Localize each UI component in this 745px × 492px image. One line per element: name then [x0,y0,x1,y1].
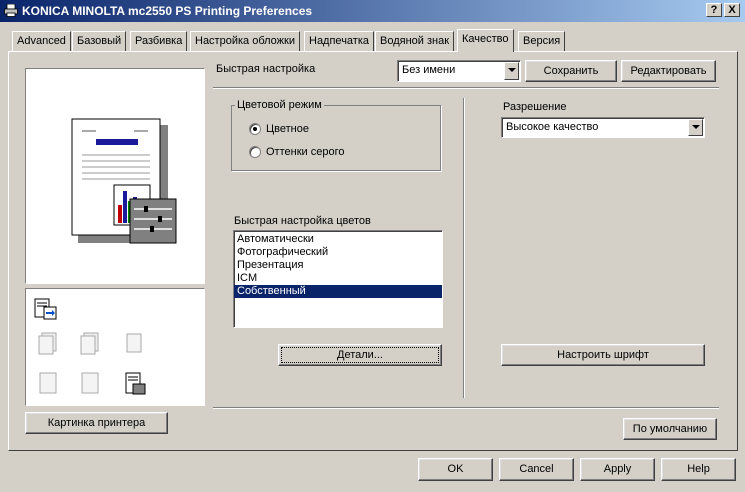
printer-icon [4,4,18,17]
list-item[interactable]: Фотографический [234,246,442,259]
quick-setting-dropdown[interactable]: Без имени [397,60,521,82]
resolution-label: Разрешение [503,101,567,113]
tab-overlay[interactable]: Надпечатка [304,31,375,51]
page-preview [25,68,205,284]
tab-basic[interactable]: Базовый [72,31,127,51]
apply-button[interactable]: Apply [580,458,655,481]
divider-top [213,87,719,88]
chevron-down-icon[interactable] [504,62,519,80]
divider-bottom [213,407,719,408]
title-bar[interactable]: KONICA MINOLTA mc2550 PS Printing Prefer… [0,0,745,22]
collate-disabled-icon [80,332,99,355]
resolution-dropdown[interactable]: Высокое качество [501,117,705,138]
tab-advanced[interactable]: Advanced [12,31,71,51]
details-button[interactable]: Детали... [278,344,442,366]
list-item-selected[interactable]: Собственный [234,285,442,298]
ok-button[interactable]: OK [418,458,493,481]
document-preview-icon [71,118,177,244]
edit-button[interactable]: Редактировать [621,60,716,82]
window-title: KONICA MINOLTA mc2550 PS Printing Prefer… [22,4,313,18]
list-item[interactable]: Презентация [234,259,442,272]
font-settings-button[interactable]: Настроить шрифт [501,344,705,366]
radio-color-label[interactable]: Цветное [266,123,309,135]
default-button[interactable]: По умолчанию [623,418,717,440]
printer-picture-button[interactable]: Картинка принтера [25,412,168,434]
punch-disabled-icon [81,372,99,394]
options-icon-panel [25,288,205,406]
tab-quality[interactable]: Качество [457,29,514,52]
list-item[interactable]: Автоматически [234,233,442,246]
radio-color[interactable] [249,123,261,135]
tab-panel: Картинка принтера Быстрая настройка Без … [8,51,738,451]
list-item[interactable]: ICM [234,272,442,285]
quick-setting-label: Быстрая настройка [216,63,316,75]
radio-grayscale[interactable] [249,146,261,158]
quick-color-label: Быстрая настройка цветов [234,215,371,227]
color-mode-group [231,105,441,171]
duplex-disabled-icon [38,332,57,355]
save-button[interactable]: Сохранить [525,60,617,82]
color-mode-legend: Цветовой режим [235,99,324,111]
divider-vertical [463,98,464,398]
quality-page-icon [125,372,146,395]
page-disabled-icon [126,333,142,353]
printer-settings-icon [34,298,57,320]
cancel-button[interactable]: Cancel [499,458,574,481]
staple-disabled-icon [39,372,57,394]
radio-grayscale-label[interactable]: Оттенки серого [266,146,344,158]
tab-layout[interactable]: Разбивка [130,31,188,51]
help-button[interactable]: Help [661,458,736,481]
close-title-button[interactable]: X [724,3,740,17]
help-title-button[interactable]: ? [706,3,722,17]
tab-watermark[interactable]: Водяной знак [375,31,455,51]
tab-version[interactable]: Версия [518,31,566,51]
tab-cover[interactable]: Настройка обложки [190,31,300,51]
quick-color-list[interactable]: Автоматически Фотографический Презентаци… [233,230,443,328]
chevron-down-icon[interactable] [688,119,703,136]
